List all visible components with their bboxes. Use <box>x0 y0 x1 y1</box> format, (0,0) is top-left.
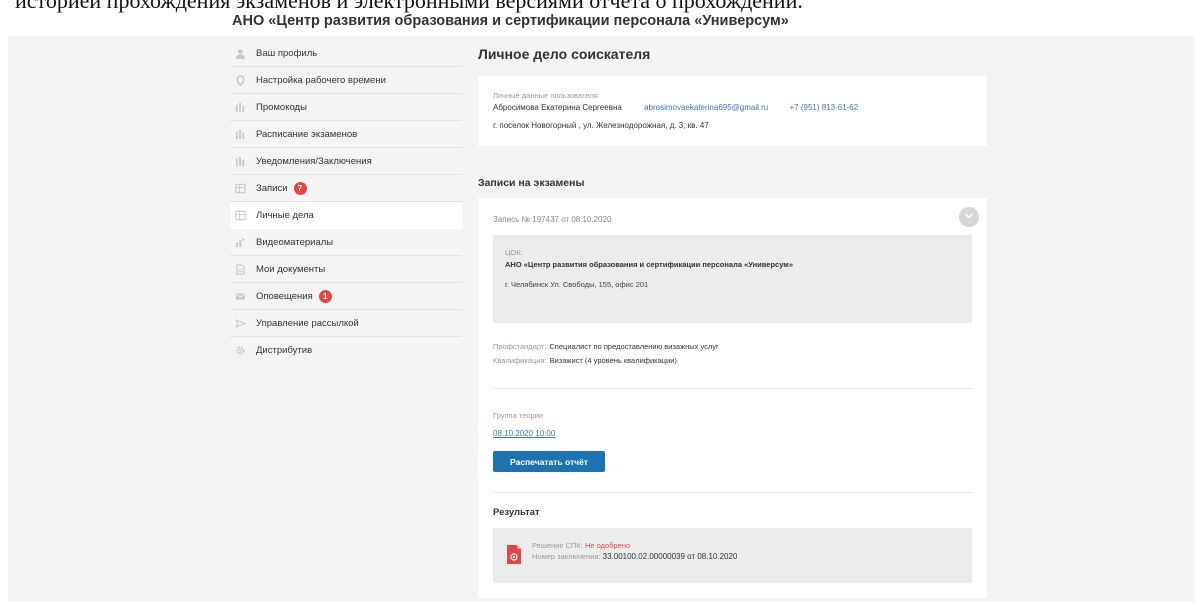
document-icon <box>234 263 246 275</box>
sidebar-item-mailing[interactable]: Управление рассылкой <box>230 310 462 337</box>
page-title: Личное дело соискателя <box>478 46 651 62</box>
result-title: Результат <box>493 507 540 518</box>
location-pin-icon <box>234 74 246 86</box>
sidebar-item-distributive[interactable]: Дистрибутив <box>230 337 462 364</box>
qualification-key: Квалификация: <box>493 356 547 365</box>
conclusion-row: Номер заключения: 33.00100.02.00000039 о… <box>532 551 737 562</box>
applicant-email-link[interactable]: abrosimovaekaterina695@gmail.ru <box>644 103 768 112</box>
sidebar-item-label: Записи <box>256 182 288 194</box>
sidebar-item-label: Расписание экзаменов <box>256 128 358 140</box>
assessment-center-address: г. Челябинск Ул. Свободы, 155, офис 201 <box>505 280 649 289</box>
sidebar-item-label: Уведомления/Заключения <box>256 155 372 167</box>
applicant-name: Абросимова Екатерина Сергеевна <box>493 103 622 112</box>
personal-contacts-row: Абросимова Екатерина Сергеевна abrosimov… <box>493 103 987 112</box>
sidebar-item-work-hours[interactable]: Настройка рабочего времени <box>230 67 462 94</box>
records-icon <box>234 182 246 194</box>
exam-record-card: Запись № 197437 от 08.10.2020 ЦОК: АНО «… <box>478 198 987 598</box>
video-icon <box>234 236 246 248</box>
theory-group-date-link[interactable]: 08.10.2020 10:00 <box>493 429 555 438</box>
collapse-toggle-button[interactable] <box>959 207 979 227</box>
applicant-phone-link[interactable]: +7 (951) 813-61-62 <box>789 103 858 112</box>
sidebar-item-profile[interactable]: Ваш профиль <box>230 40 462 67</box>
sidebar-item-my-documents[interactable]: Мои документы <box>230 256 462 283</box>
assessment-center-box: ЦОК: АНО «Центр развития образования и с… <box>493 235 972 323</box>
conclusion-number: 33.00100.02.00000039 от 08.10.2020 <box>602 552 738 561</box>
sidebar-item-label: Мои документы <box>256 263 326 275</box>
assessment-center-name: АНО «Центр развития образования и сертиф… <box>505 260 794 269</box>
sidebar-item-label: Видеоматериалы <box>256 236 334 248</box>
sidebar-item-label: Ваш профиль <box>256 47 318 59</box>
profstandard-key: Профстандарт: <box>493 342 547 351</box>
qualification-value: Визажист (4 уровень квалификации) <box>549 356 677 365</box>
record-header: Запись № 197437 от 08.10.2020 <box>493 215 612 224</box>
personal-data-label: Личные данные пользователя <box>493 91 598 100</box>
sidebar-item-personal-files[interactable]: Личные дела <box>230 202 462 229</box>
profstandard-value: Специалист по предоставлению визажных ус… <box>549 342 719 351</box>
exams-section-title: Записи на экзамены <box>478 177 585 189</box>
divider <box>493 492 972 493</box>
gear-icon <box>234 345 246 357</box>
sidebar-item-alerts[interactable]: Оповещения 1 <box>230 283 462 310</box>
alerts-count-badge: 1 <box>318 289 332 303</box>
send-icon <box>234 317 246 329</box>
sidebar-item-records[interactable]: Записи 7 <box>230 175 462 202</box>
theory-group-label: Группа теории <box>493 411 544 420</box>
sidebar-item-videos[interactable]: Видеоматериалы <box>230 229 462 256</box>
qualification-info: Профстандарт: Специалист по предоставлени… <box>493 340 719 368</box>
personal-data-card: Личные данные пользователя Абросимова Ек… <box>478 76 987 146</box>
sidebar-item-label: Оповещения <box>256 290 313 302</box>
columns-icon <box>234 101 246 113</box>
chevron-down-icon <box>964 208 974 226</box>
applicant-address: г. поселок Новогорный , ул. Железнодорож… <box>493 121 709 130</box>
result-box: Решение СПК: Не одобрено Номер заключени… <box>493 528 972 583</box>
user-icon <box>234 47 246 59</box>
organization-title: АНО «Центр развития образования и сертиф… <box>232 13 789 29</box>
sidebar-item-label: Настройка рабочего времени <box>256 74 386 86</box>
columns-icon <box>234 128 246 140</box>
sidebar-item-label: Личные дела <box>256 209 314 221</box>
print-report-button[interactable]: Распечатать отчёт <box>493 451 605 472</box>
decision-key: Решение СПК: <box>532 541 583 550</box>
conclusion-key: Номер заключения: <box>532 552 601 561</box>
sidebar: Ваш профиль Настройка рабочего времени П… <box>230 40 462 364</box>
decision-status: Не одобрено <box>584 541 631 550</box>
assessment-center-label: ЦОК: <box>505 248 523 257</box>
records-icon <box>234 209 246 221</box>
sidebar-item-label: Промокоды <box>256 101 307 113</box>
sidebar-item-label: Дистрибутив <box>256 345 313 356</box>
divider <box>493 388 972 389</box>
sidebar-item-promocodes[interactable]: Промокоды <box>230 94 462 121</box>
pdf-document-icon <box>507 545 521 564</box>
mail-icon <box>234 290 246 302</box>
decision-row: Решение СПК: Не одобрено <box>532 540 737 551</box>
sidebar-item-label: Управление рассылкой <box>256 317 359 329</box>
sidebar-item-notices[interactable]: Уведомления/Заключения <box>230 148 462 175</box>
profstandard-row: Профстандарт: Специалист по предоставлени… <box>493 340 719 354</box>
document-caption-text: историей прохождения экзаменов и электро… <box>15 0 803 13</box>
records-count-badge: 7 <box>293 181 307 195</box>
qualification-row: Квалификация: Визажист (4 уровень квалифи… <box>493 354 719 368</box>
result-details: Решение СПК: Не одобрено Номер заключени… <box>532 540 737 583</box>
sidebar-item-exam-schedule[interactable]: Расписание экзаменов <box>230 121 462 148</box>
columns-icon <box>234 155 246 167</box>
